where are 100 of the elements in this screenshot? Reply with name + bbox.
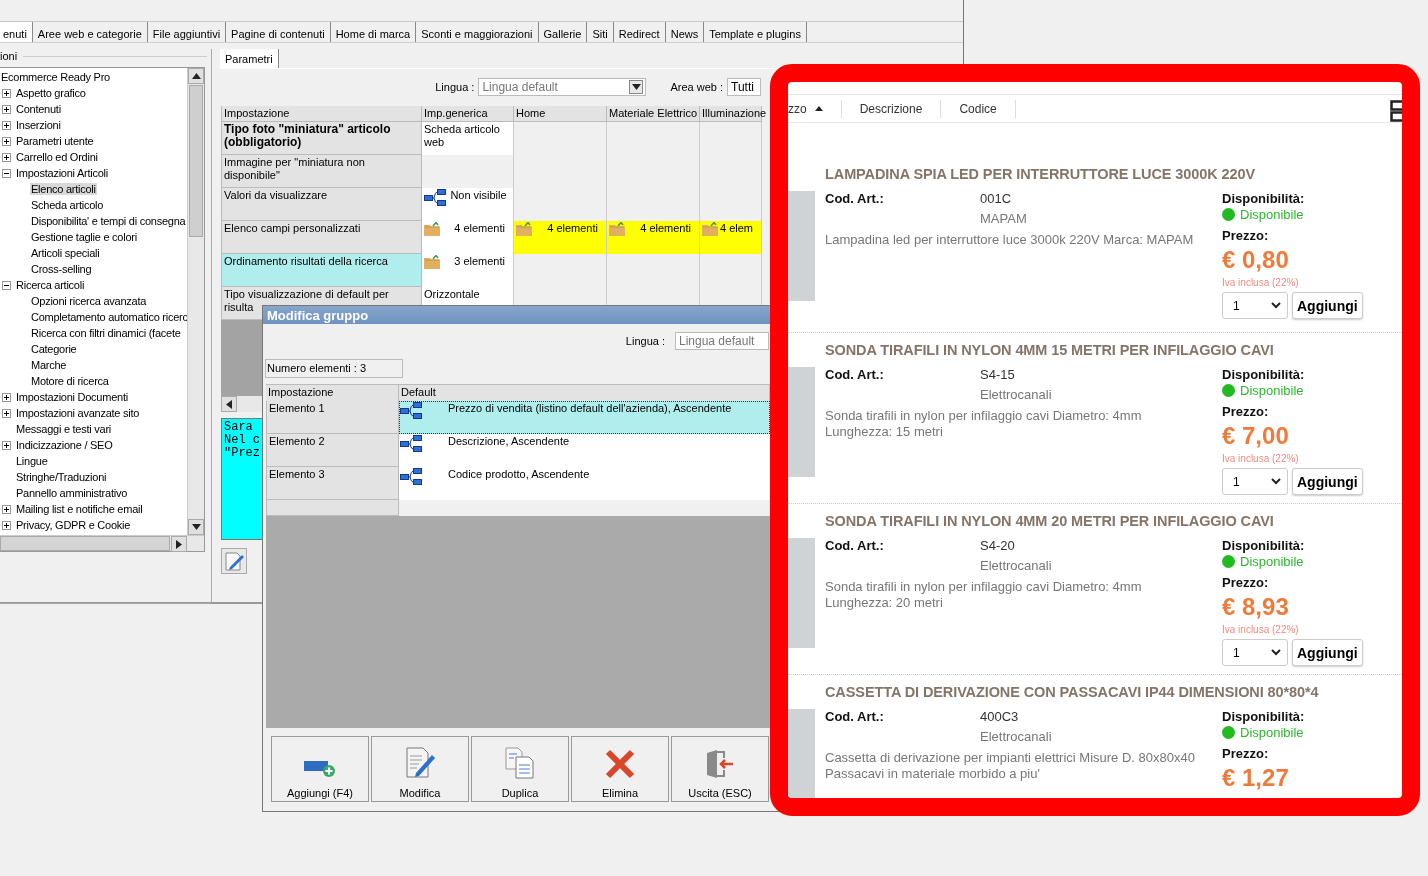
expand-icon[interactable] [2, 504, 11, 514]
expand-icon[interactable] [2, 120, 11, 130]
delete-button[interactable]: Elimina [571, 736, 669, 802]
scroll-left-icon[interactable] [226, 399, 232, 409]
sort-option[interactable]: zzo [788, 99, 842, 118]
collapse-icon[interactable] [2, 168, 11, 178]
tree-item[interactable]: Ricerca articoli [15, 279, 86, 291]
tree-item[interactable]: Opzioni ricerca avanzata [30, 295, 148, 307]
scroll-right-icon[interactable] [176, 539, 182, 549]
column-header: Imp.generica [422, 106, 514, 122]
quantity-select[interactable]: 1 [1222, 468, 1288, 495]
tree-item[interactable]: Gestione taglie e colori [30, 231, 138, 243]
tree-item[interactable]: Mailing list e notifiche email [15, 503, 144, 515]
horizontal-scrollbar[interactable] [0, 535, 204, 551]
setting-name[interactable]: Valori da visualizzare [222, 188, 422, 221]
expand-icon[interactable] [2, 136, 11, 146]
expand-icon[interactable] [2, 88, 11, 98]
scroll-down-icon[interactable] [191, 524, 201, 530]
quantity-select[interactable]: 1 [1222, 292, 1288, 319]
column-header: Home [514, 106, 607, 122]
expand-icon[interactable] [2, 520, 11, 530]
element-value[interactable]: Prezzo di vendita (listino default dell'azienda), Ascendente [399, 401, 770, 434]
tree-item[interactable]: Pannello amministrativo [15, 487, 129, 499]
tree-item[interactable]: Disponibilita' e tempi di consegna [30, 215, 187, 227]
edit-note-icon [224, 551, 244, 571]
tree-item[interactable]: Ricerca con filtri dinamici (facete [30, 327, 182, 339]
sort-option[interactable]: Descrizione [841, 99, 942, 118]
item-count: Numero elementi : 3 [265, 359, 403, 378]
add-to-cart-button[interactable]: Aggiungi [1292, 292, 1363, 319]
expand-icon[interactable] [2, 440, 11, 450]
element-name: Elemento 1 [266, 401, 399, 434]
expand-icon[interactable] [2, 408, 11, 418]
tree-item[interactable]: Elenco articoli [30, 183, 97, 195]
product-code: 400C3 [980, 709, 1020, 724]
language-field[interactable]: Lingua default [675, 332, 769, 350]
chevron-down-icon [1271, 478, 1281, 485]
tree-item[interactable]: Completamento automatico ricerc [30, 311, 187, 323]
tree-item[interactable]: Impostazioni Documenti [15, 391, 129, 403]
edit-button[interactable] [221, 548, 247, 574]
availability-status: Disponibile [1240, 554, 1304, 569]
expand-icon[interactable] [2, 392, 11, 402]
add-button[interactable]: Aggiungi (F4) [271, 736, 369, 802]
tree-item[interactable]: Contenuti [15, 103, 62, 115]
expand-icon[interactable] [2, 104, 11, 114]
tree-item[interactable]: Impostazioni avanzate sito [15, 407, 141, 419]
copy-button[interactable]: Duplica [471, 736, 569, 802]
web-area-dropdown[interactable]: Tutti [727, 78, 761, 96]
tree-item[interactable]: Privacy, GDPR e Cookie [15, 519, 132, 531]
tree-item[interactable]: Categorie [30, 343, 78, 355]
tree-item[interactable]: Articoli speciali [30, 247, 101, 259]
tree-item[interactable]: Marche [30, 359, 68, 371]
setting-name[interactable]: Ordinamento risultati della ricerca [222, 254, 422, 287]
tree-item[interactable]: Ecommerce Ready Pro [0, 71, 111, 83]
folder-icon [424, 222, 440, 236]
vertical-scrollbar[interactable] [187, 68, 204, 535]
tree-item[interactable]: Carrello ed Ordini [15, 151, 99, 163]
tree-item[interactable]: Aspetto grafico [15, 87, 87, 99]
tree-item[interactable]: Inserzioni [15, 119, 62, 131]
add-to-cart-button[interactable]: Aggiungi [1292, 639, 1363, 666]
product-title[interactable]: CASSETTA DI DERIVAZIONE CON PASSACAVI IP44 DIMENSIONI 80*80*4 [825, 683, 1402, 701]
tree-item[interactable]: Lingue [15, 455, 49, 467]
price: € 0,80 [1222, 246, 1290, 274]
availability-label: Disponibilità: [1222, 367, 1306, 382]
sort-option[interactable]: Codice [941, 99, 1016, 118]
tree-item[interactable]: Messaggi e testi vari [15, 423, 112, 435]
quantity-select[interactable]: 1 [1222, 639, 1288, 666]
edit-button[interactable]: Modifica [371, 736, 469, 802]
column-header: Materiale Elettrico [607, 106, 700, 122]
setting-name[interactable]: Tipo foto "miniatura" articolo (obbligatorio) [222, 122, 422, 155]
setting-name[interactable]: Elenco campi personalizzati [222, 221, 422, 254]
product-title[interactable]: SONDA TIRAFILI IN NYLON 4MM 20 METRI PER INFILAGGIO CAVI [825, 512, 1402, 530]
tree-item[interactable]: Scheda articolo [30, 199, 105, 211]
brand-name: MAPAM [980, 211, 1028, 226]
expand-icon[interactable] [2, 152, 11, 162]
cell-value: Scheda articolo web [422, 122, 514, 155]
collapse-icon[interactable] [2, 280, 11, 290]
element-value[interactable]: Codice prodotto, Ascendente [399, 467, 770, 500]
tree-item[interactable]: Cross-selling [30, 263, 93, 275]
sort-ascending-icon [814, 106, 823, 111]
copy-documents-icon [505, 747, 535, 779]
exit-button[interactable]: Uscita (ESC) [671, 736, 769, 802]
cell-value: 3 elementi [453, 255, 506, 268]
tab[interactable]: Parametri [220, 49, 279, 68]
product-title[interactable]: LAMPADINA SPIA LED PER INTERRUTTORE LUCE 3000K 220V [825, 165, 1402, 183]
tab[interactable]: enuti [0, 22, 33, 42]
tree-item[interactable]: Impostazioni Articoli [15, 167, 109, 179]
tree-item[interactable]: Motore di ricerca [30, 375, 110, 387]
scroll-up-icon[interactable] [191, 73, 201, 79]
tree-item[interactable]: Indicizzazione / SEO [15, 439, 114, 451]
setting-name[interactable]: Immagine per "miniatura non disponibile" [222, 155, 422, 188]
add-to-cart-button[interactable]: Aggiungi [1292, 468, 1363, 495]
folder-icon [424, 255, 440, 269]
language-dropdown[interactable]: Lingua default [478, 78, 647, 96]
grid-view-icon[interactable] [1390, 100, 1402, 122]
tree-item[interactable]: Stringhe/Traduzioni [15, 471, 108, 483]
tree-item[interactable]: Parametri utente [15, 135, 95, 147]
product-title[interactable]: SONDA TIRAFILI IN NYLON 4MM 15 METRI PER INFILAGGIO CAVI [825, 341, 1402, 359]
vat-note: Iva inclusa (22%) [1222, 624, 1300, 635]
element-value[interactable]: Descrizione, Ascendente [399, 434, 770, 467]
availability-label: Disponibilità: [1222, 538, 1306, 553]
